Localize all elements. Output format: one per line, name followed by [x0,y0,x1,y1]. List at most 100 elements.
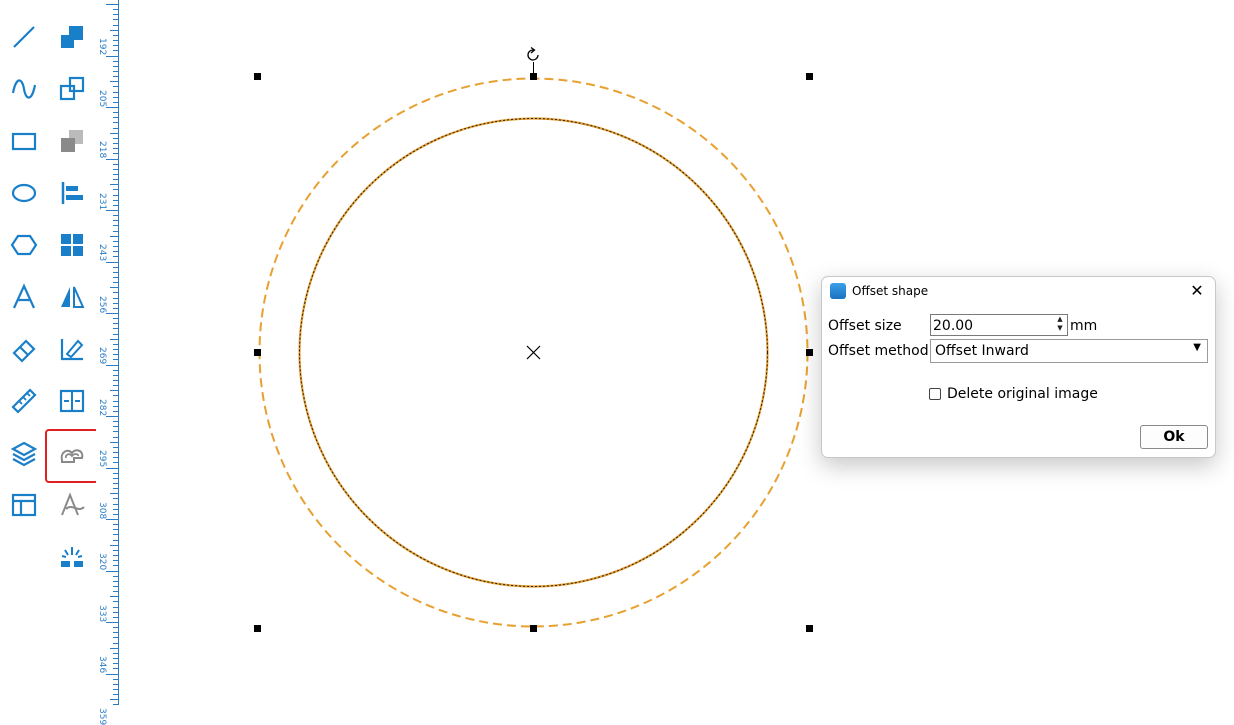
ruler-tick [113,70,118,72]
ruler-tick [106,467,118,469]
ruler-label: 192 [97,38,107,56]
ruler-tick [113,323,118,325]
text-tool-icon[interactable] [0,273,48,321]
curve-tool-icon[interactable] [0,65,48,113]
ruler-tick [113,549,118,551]
ruler-tick [113,297,118,299]
polygon-tool-icon[interactable] [0,221,48,269]
ruler-tick [113,477,118,479]
ruler-tick [113,230,118,232]
edit-node-icon[interactable] [48,325,96,373]
ruler-tick [113,658,118,660]
grid-icon[interactable] [48,221,96,269]
ruler-tick [106,4,118,5]
ruler-tick [113,86,118,88]
ruler-tick [113,421,118,423]
offset-method-value: Offset Inward [935,343,1029,359]
ruler-tick [113,96,118,98]
ruler-tick [113,513,118,515]
ruler-tick [113,688,118,690]
ruler-tick [113,359,118,361]
ruler-tick [113,426,118,428]
ruler-tick [113,328,118,330]
ruler-tick [113,225,118,227]
ruler-tick [113,292,118,294]
ruler-label: 205 [97,89,107,107]
align-left-icon[interactable] [48,169,96,217]
ruler-tick [113,343,118,345]
ruler-tick [113,601,118,603]
delete-original-label[interactable]: Delete original image [947,386,1098,402]
ruler-label: 243 [97,244,107,262]
ruler-measure-icon[interactable] [0,377,48,425]
layers-icon[interactable] [0,429,48,477]
duplicate-icon[interactable] [48,65,96,113]
ruler-tick [113,266,118,268]
ruler-label: 295 [97,450,107,468]
delete-original-checkbox[interactable] [929,388,941,400]
rotate-handle-icon [527,46,539,76]
ellipse-tool-icon[interactable] [0,169,48,217]
offset-shape-icon[interactable] [45,429,99,483]
ruler-tick [110,81,118,83]
dialog-title-bar[interactable]: Offset shape ✕ [822,277,1215,305]
close-icon[interactable]: ✕ [1187,281,1207,301]
ruler-tick [113,333,118,335]
ruler-tick [113,503,118,505]
ok-button[interactable]: Ok [1140,425,1208,449]
ruler-tick [113,240,118,242]
ruler-tick [106,570,118,572]
ruler-tick [113,369,118,371]
ruler-label: 282 [97,398,107,416]
vertical-ruler[interactable]: 192 205 218 231 243 256 269 282 295 308 320 333 346 3… [96,0,119,725]
rectangle-tool-icon[interactable] [0,117,48,165]
offset-size-label: Offset size [828,318,902,334]
offset-size-input[interactable] [930,314,1068,336]
ruler-tick [113,349,118,351]
ruler-tick [113,179,118,181]
ruler-tick [113,642,118,644]
send-back-icon[interactable] [48,117,96,165]
ruler-tick [113,60,118,62]
app-logo-icon [830,283,846,299]
ruler-tick [113,122,118,124]
offset-method-select[interactable]: Offset Inward ▼ [930,339,1208,363]
ruler-tick [113,395,118,397]
offset-shape-dialog: Offset shape ✕ Offset size ▲▼ mm Offset … [821,276,1216,458]
ruler-tick [113,436,118,438]
bring-front-icon[interactable] [48,13,96,61]
ruler-tick [113,472,118,474]
ruler-label: 269 [97,347,107,365]
ruler-tick [113,611,118,613]
eraser-tool-icon[interactable] [0,325,48,373]
ruler-tick [110,29,118,31]
handle-top-left [254,73,261,80]
ruler-tick [106,313,118,314]
ruler-tick [110,338,118,340]
handle-middle-right [806,349,813,356]
unit-label: mm [1070,318,1098,334]
ruler-tick [113,76,118,78]
ruler-tick [110,699,118,701]
ruler-tick [110,235,118,237]
ruler-tick [113,34,118,36]
ruler-label: 346 [97,656,107,674]
line-tool-icon[interactable] [0,13,48,61]
ruler-label: 218 [97,141,107,159]
offset-method-label: Offset method [828,343,929,359]
distribute-icon[interactable] [48,377,96,425]
ruler-tick [110,647,118,649]
ruler-tick [113,199,118,201]
mirror-icon[interactable] [48,273,96,321]
ruler-tick [113,40,118,42]
offset-size-stepper[interactable]: ▲ ▼ [1054,315,1066,335]
ruler-tick [113,148,118,150]
ruler-tick [113,529,118,531]
pen-icon[interactable] [48,481,96,529]
laser-icon[interactable] [48,533,96,581]
ruler-tick [106,55,118,57]
ruler-tick [113,580,118,582]
ruler-tick [106,261,118,263]
layout-icon[interactable] [0,481,48,529]
ruler-tick [113,565,118,567]
